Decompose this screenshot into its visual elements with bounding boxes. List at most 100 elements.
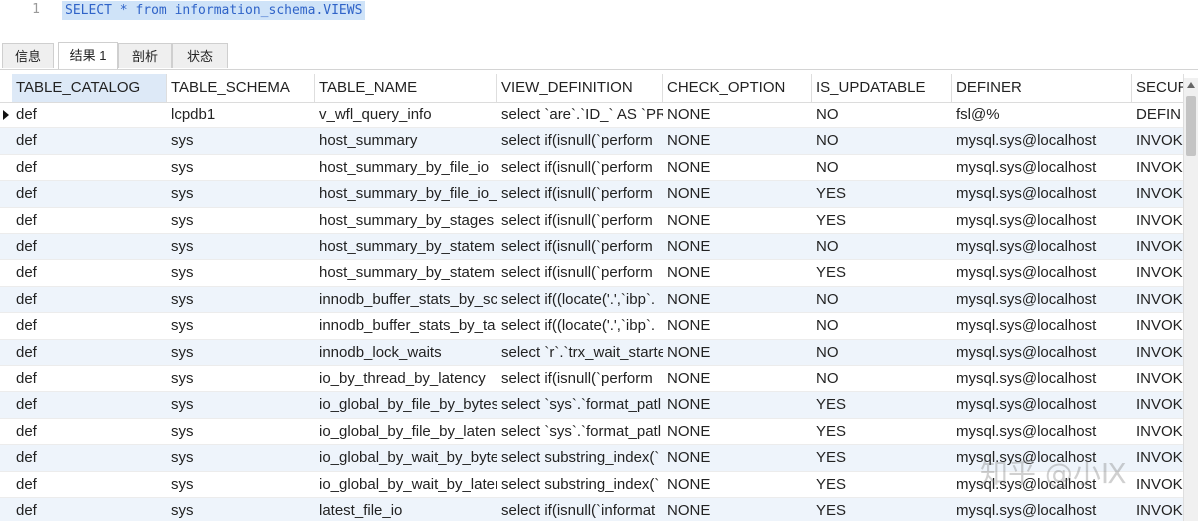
cell-security[interactable]: INVOK <box>1132 128 1184 154</box>
cell-view-definition[interactable]: select if(isnull(`perform <box>497 366 663 392</box>
cell-view-definition[interactable]: select if(isnull(`perform <box>497 155 663 181</box>
cell-check-option[interactable]: NONE <box>663 498 812 521</box>
table-row[interactable]: def sys io_by_thread_by_latency select if(i… <box>0 366 1198 393</box>
table-row[interactable]: def sys innodb_buffer_stats_by_ta select if… <box>0 313 1198 340</box>
scrollbar-thumb[interactable] <box>1186 96 1196 156</box>
column-header-check-option[interactable]: CHECK_OPTION <box>663 74 812 102</box>
cell-is-updatable[interactable]: NO <box>812 313 952 339</box>
cell-check-option[interactable]: NONE <box>663 445 812 471</box>
cell-table-schema[interactable]: sys <box>167 234 315 260</box>
cell-check-option[interactable]: NONE <box>663 102 812 128</box>
table-row[interactable]: def sys io_global_by_file_by_laten select `… <box>0 419 1198 446</box>
cell-table-schema[interactable]: sys <box>167 313 315 339</box>
cell-is-updatable[interactable]: YES <box>812 260 952 286</box>
cell-table-name[interactable]: io_by_thread_by_latency <box>315 366 497 392</box>
cell-table-schema[interactable]: sys <box>167 287 315 313</box>
column-header-table-name[interactable]: TABLE_NAME <box>315 74 497 102</box>
cell-view-definition[interactable]: select `sys`.`format_patl <box>497 419 663 445</box>
cell-table-schema[interactable]: sys <box>167 445 315 471</box>
cell-definer[interactable]: mysql.sys@localhost <box>952 155 1132 181</box>
table-row[interactable]: def sys host_summary_by_file_io select if(i… <box>0 155 1198 182</box>
cell-is-updatable[interactable]: NO <box>812 234 952 260</box>
cell-is-updatable[interactable]: YES <box>812 208 952 234</box>
cell-table-catalog[interactable]: def <box>12 445 167 471</box>
cell-table-schema[interactable]: sys <box>167 155 315 181</box>
cell-table-catalog[interactable]: def <box>12 102 167 128</box>
table-row[interactable]: def sys host_summary_by_file_io_t select if… <box>0 181 1198 208</box>
table-row[interactable]: def sys io_global_by_file_by_bytes select `… <box>0 392 1198 419</box>
cell-check-option[interactable]: NONE <box>663 472 812 498</box>
cell-table-schema[interactable]: sys <box>167 181 315 207</box>
cell-table-schema[interactable]: sys <box>167 128 315 154</box>
cell-table-schema[interactable]: sys <box>167 419 315 445</box>
scroll-up-arrow-icon[interactable] <box>1187 82 1195 88</box>
table-row[interactable]: def sys host_summary_by_stages select if(is… <box>0 208 1198 234</box>
table-row[interactable]: def sys innodb_lock_waits select `r`.`trx_w… <box>0 339 1198 366</box>
column-header-is-updatable[interactable]: IS_UPDATABLE <box>812 74 952 102</box>
sql-query-text[interactable]: SELECT * from information_schema.VIEWS <box>62 1 366 20</box>
tab-result-1[interactable]: 结果 1 <box>58 42 118 69</box>
cell-table-schema[interactable]: sys <box>167 472 315 498</box>
cell-check-option[interactable]: NONE <box>663 340 812 366</box>
cell-view-definition[interactable]: select if(isnull(`perform <box>497 234 663 260</box>
cell-table-schema[interactable]: sys <box>167 208 315 234</box>
cell-view-definition[interactable]: select if((locate('.',`ibp`. <box>497 287 663 313</box>
cell-table-catalog[interactable]: def <box>12 260 167 286</box>
cell-table-schema[interactable]: sys <box>167 340 315 366</box>
column-header-table-schema[interactable]: TABLE_SCHEMA <box>167 74 315 102</box>
cell-table-catalog[interactable]: def <box>12 472 167 498</box>
cell-table-name[interactable]: innodb_buffer_stats_by_sc <box>315 287 497 313</box>
cell-definer[interactable]: mysql.sys@localhost <box>952 392 1132 418</box>
cell-view-definition[interactable]: select if(isnull(`perform <box>497 128 663 154</box>
column-header-table-catalog[interactable]: TABLE_CATALOG <box>12 74 167 102</box>
cell-table-name[interactable]: io_global_by_wait_by_byte <box>315 445 497 471</box>
cell-check-option[interactable]: NONE <box>663 155 812 181</box>
cell-table-name[interactable]: innodb_buffer_stats_by_ta <box>315 313 497 339</box>
cell-is-updatable[interactable]: NO <box>812 102 952 128</box>
cell-security[interactable]: INVOK <box>1132 472 1184 498</box>
cell-check-option[interactable]: NONE <box>663 181 812 207</box>
cell-security[interactable]: INVOK <box>1132 287 1184 313</box>
cell-check-option[interactable]: NONE <box>663 128 812 154</box>
cell-definer[interactable]: mysql.sys@localhost <box>952 234 1132 260</box>
column-header-view-definition[interactable]: VIEW_DEFINITION <box>497 74 663 102</box>
cell-is-updatable[interactable]: NO <box>812 366 952 392</box>
cell-definer[interactable]: mysql.sys@localhost <box>952 287 1132 313</box>
cell-table-catalog[interactable]: def <box>12 498 167 521</box>
cell-table-name[interactable]: latest_file_io <box>315 498 497 521</box>
cell-definer[interactable]: mysql.sys@localhost <box>952 128 1132 154</box>
cell-security[interactable]: INVOK <box>1132 313 1184 339</box>
cell-is-updatable[interactable]: NO <box>812 155 952 181</box>
table-row[interactable]: def sys innodb_buffer_stats_by_sc select if… <box>0 286 1198 314</box>
cell-check-option[interactable]: NONE <box>663 234 812 260</box>
cell-table-name[interactable]: host_summary_by_statem <box>315 260 497 286</box>
cell-table-schema[interactable]: sys <box>167 392 315 418</box>
cell-table-name[interactable]: host_summary_by_file_io_t <box>315 181 497 207</box>
cell-definer[interactable]: mysql.sys@localhost <box>952 498 1132 521</box>
cell-security[interactable]: INVOK <box>1132 208 1184 234</box>
table-row[interactable]: def sys host_summary_by_statem select if(is… <box>0 234 1198 261</box>
cell-is-updatable[interactable]: YES <box>812 445 952 471</box>
cell-table-name[interactable]: innodb_lock_waits <box>315 340 497 366</box>
cell-definer[interactable]: mysql.sys@localhost <box>952 181 1132 207</box>
cell-table-catalog[interactable]: def <box>12 340 167 366</box>
cell-check-option[interactable]: NONE <box>663 208 812 234</box>
cell-table-catalog[interactable]: def <box>12 155 167 181</box>
cell-table-name[interactable]: host_summary <box>315 128 497 154</box>
cell-definer[interactable]: mysql.sys@localhost <box>952 419 1132 445</box>
cell-security[interactable]: INVOK <box>1132 498 1184 521</box>
cell-security[interactable]: INVOK <box>1132 392 1184 418</box>
cell-table-catalog[interactable]: def <box>12 366 167 392</box>
cell-is-updatable[interactable]: NO <box>812 128 952 154</box>
cell-table-name[interactable]: host_summary_by_stages <box>315 208 497 234</box>
cell-is-updatable[interactable]: YES <box>812 472 952 498</box>
cell-view-definition[interactable]: select if(isnull(`perform <box>497 181 663 207</box>
cell-table-catalog[interactable]: def <box>12 208 167 234</box>
cell-table-name[interactable]: host_summary_by_statem <box>315 234 497 260</box>
cell-table-name[interactable]: io_global_by_file_by_laten <box>315 419 497 445</box>
cell-table-schema[interactable]: sys <box>167 260 315 286</box>
cell-table-name[interactable]: v_wfl_query_info <box>315 102 497 128</box>
cell-is-updatable[interactable]: NO <box>812 340 952 366</box>
cell-definer[interactable]: mysql.sys@localhost <box>952 366 1132 392</box>
cell-definer[interactable]: mysql.sys@localhost <box>952 260 1132 286</box>
